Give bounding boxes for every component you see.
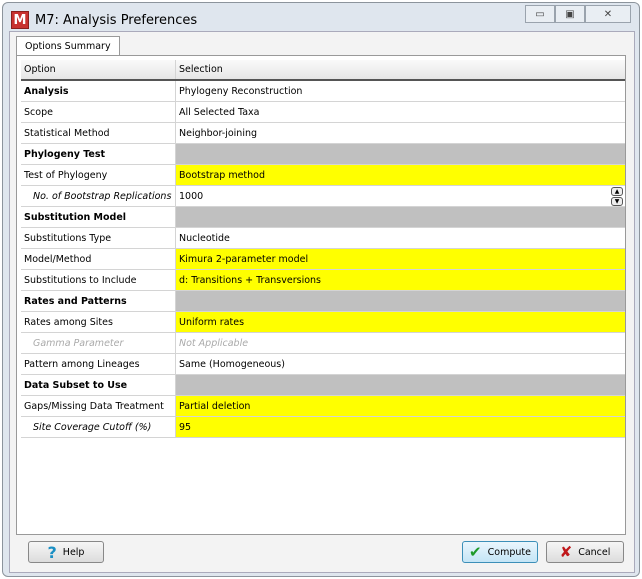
- table-row[interactable]: Substitution Model: [21, 207, 625, 228]
- selection-value[interactable]: 95: [176, 417, 625, 437]
- option-label: Phylogeny Test: [21, 144, 176, 164]
- selection-value[interactable]: Same (Homogeneous): [176, 354, 625, 374]
- option-label: Rates among Sites: [21, 312, 176, 332]
- selection-value[interactable]: Partial deletion: [176, 396, 625, 416]
- options-grid: Option Selection Analysis Phylogeny Recon…: [21, 60, 625, 438]
- options-panel: Option Selection Analysis Phylogeny Recon…: [16, 55, 626, 535]
- option-label: Analysis: [21, 81, 176, 101]
- option-label: Model/Method: [21, 249, 176, 269]
- option-label: Scope: [21, 102, 176, 122]
- option-label: Site Coverage Cutoff (%): [21, 417, 176, 437]
- table-row[interactable]: Data Subset to Use: [21, 375, 625, 396]
- table-row[interactable]: Gaps/Missing Data Treatment Partial delet…: [21, 396, 625, 417]
- grid-header: Option Selection: [21, 60, 625, 81]
- help-icon: ?: [47, 542, 57, 562]
- cancel-x-icon: ✘: [559, 543, 573, 561]
- selection-value[interactable]: Bootstrap method: [176, 165, 625, 185]
- table-row[interactable]: Test of Phylogeny Bootstrap method: [21, 165, 625, 186]
- table-row[interactable]: Substitutions Type Nucleotide: [21, 228, 625, 249]
- option-label: Gamma Parameter: [21, 333, 176, 353]
- option-label: Gaps/Missing Data Treatment: [21, 396, 176, 416]
- table-row[interactable]: Gamma Parameter Not Applicable: [21, 333, 625, 354]
- selection-value[interactable]: Kimura 2-parameter model: [176, 249, 625, 269]
- minimize-button[interactable]: ▭: [525, 5, 555, 23]
- table-row[interactable]: Scope All Selected Taxa: [21, 102, 625, 123]
- option-label: Pattern among Lineages: [21, 354, 176, 374]
- table-row[interactable]: Rates and Patterns: [21, 291, 625, 312]
- selection-value[interactable]: [176, 144, 625, 164]
- option-label: Rates and Patterns: [21, 291, 176, 311]
- option-label: Data Subset to Use: [21, 375, 176, 395]
- option-label: Statistical Method: [21, 123, 176, 143]
- title-bar: M M7: Analysis Preferences: [11, 9, 197, 31]
- option-label: Substitution Model: [21, 207, 176, 227]
- dialog-body: Options Summary Option Selection Analysi…: [9, 31, 635, 573]
- tab-options-summary[interactable]: Options Summary: [16, 36, 120, 56]
- table-row[interactable]: Phylogeny Test: [21, 144, 625, 165]
- app-logo-icon: M: [11, 11, 29, 29]
- table-row[interactable]: Pattern among Lineages Same (Homogeneous): [21, 354, 625, 375]
- selection-value[interactable]: Uniform rates: [176, 312, 625, 332]
- help-button[interactable]: ? Help: [28, 541, 104, 563]
- spin-up-icon[interactable]: ▲: [611, 187, 623, 196]
- selection-value[interactable]: [176, 375, 625, 395]
- selection-value[interactable]: 1000 ▲ ▼: [176, 186, 625, 206]
- selection-value[interactable]: [176, 207, 625, 227]
- table-row[interactable]: Analysis Phylogeny Reconstruction: [21, 81, 625, 102]
- option-label: Substitutions to Include: [21, 270, 176, 290]
- selection-value[interactable]: d: Transitions + Transversions: [176, 270, 625, 290]
- window-title: M7: Analysis Preferences: [35, 12, 198, 28]
- table-row[interactable]: Substitutions to Include d: Transitions +…: [21, 270, 625, 291]
- table-row[interactable]: Rates among Sites Uniform rates: [21, 312, 625, 333]
- selection-value[interactable]: Nucleotide: [176, 228, 625, 248]
- option-label: Test of Phylogeny: [21, 165, 176, 185]
- compute-button[interactable]: ✔ Compute: [462, 541, 538, 563]
- close-button[interactable]: ✕: [585, 5, 631, 23]
- selection-value[interactable]: All Selected Taxa: [176, 102, 625, 122]
- maximize-button[interactable]: ▣: [555, 5, 585, 23]
- selection-value[interactable]: [176, 291, 625, 311]
- replications-spinner[interactable]: ▲ ▼: [611, 187, 623, 206]
- selection-value[interactable]: Phylogeny Reconstruction: [176, 81, 625, 101]
- spin-down-icon[interactable]: ▼: [611, 197, 623, 206]
- option-label: Substitutions Type: [21, 228, 176, 248]
- cancel-button[interactable]: ✘ Cancel: [546, 541, 624, 563]
- dialog-window: M M7: Analysis Preferences ▭ ▣ ✕ Options…: [2, 2, 640, 577]
- column-header-option[interactable]: Option: [21, 60, 176, 79]
- checkmark-icon: ✔: [469, 543, 482, 561]
- table-row[interactable]: Site Coverage Cutoff (%) 95: [21, 417, 625, 438]
- column-header-selection[interactable]: Selection: [176, 60, 625, 79]
- table-row[interactable]: Model/Method Kimura 2-parameter model: [21, 249, 625, 270]
- table-row[interactable]: Statistical Method Neighbor-joining: [21, 123, 625, 144]
- selection-value[interactable]: Neighbor-joining: [176, 123, 625, 143]
- option-label: No. of Bootstrap Replications: [21, 186, 176, 206]
- table-row[interactable]: No. of Bootstrap Replications 1000 ▲ ▼: [21, 186, 625, 207]
- selection-value[interactable]: Not Applicable: [176, 333, 625, 353]
